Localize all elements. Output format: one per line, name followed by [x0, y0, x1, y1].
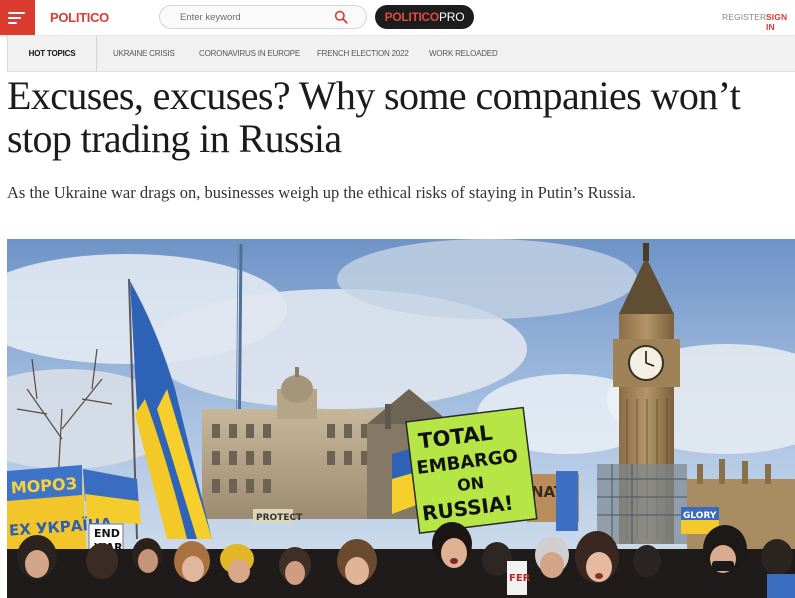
- sign-main-line3: ON: [456, 473, 485, 495]
- site-header: POLITICO POLITICOPRO REGISTER SIGN IN: [0, 0, 795, 36]
- sign-protect: PROTECT: [256, 513, 303, 523]
- article-dek: As the Ukraine war drags on, businesses …: [7, 183, 636, 202]
- hot-topics-bar: HOT TOPICS UKRAINE CRISIS CORONAVIRUS IN…: [7, 36, 795, 72]
- search-icon[interactable]: [334, 10, 348, 24]
- topic-work-reloaded[interactable]: WORK RELOADED: [429, 49, 498, 58]
- politico-pro-button[interactable]: POLITICO PRO: [375, 5, 474, 29]
- sign-in-link[interactable]: SIGN IN: [766, 12, 795, 32]
- article-headline: Excuses, excuses? Why some companies won…: [7, 73, 741, 161]
- sign-end: END: [94, 527, 120, 540]
- topic-french-election-2022[interactable]: FRENCH ELECTION 2022: [317, 49, 409, 58]
- search-box: [159, 5, 367, 29]
- register-link[interactable]: REGISTER: [722, 12, 766, 22]
- hot-topics-label: HOT TOPICS: [8, 36, 97, 71]
- sign-glory: GLORY: [683, 511, 717, 521]
- pro-button-suffix: PRO: [438, 10, 465, 24]
- topic-coronavirus-in-europe[interactable]: CORONAVIRUS IN EUROPE: [199, 49, 300, 58]
- pro-button-brand: POLITICO: [384, 10, 440, 24]
- topic-ukraine-crisis[interactable]: UKRAINE CRISIS: [113, 49, 175, 58]
- search-input[interactable]: [180, 7, 330, 27]
- total-embargo-sign: TOTAL EMBARGO ON RUSSIA!: [405, 406, 538, 534]
- menu-icon[interactable]: [0, 0, 35, 35]
- hero-image: МОРОЗ ЕХ УКРАЇНА END WAR PROTECT NATO TO…: [7, 239, 795, 598]
- protest-scene-illustration: МОРОЗ ЕХ УКРАЇНА END WAR PROTECT NATO TO…: [7, 239, 795, 598]
- sign-fer: FER: [509, 573, 531, 584]
- brand-logo[interactable]: POLITICO: [50, 9, 109, 27]
